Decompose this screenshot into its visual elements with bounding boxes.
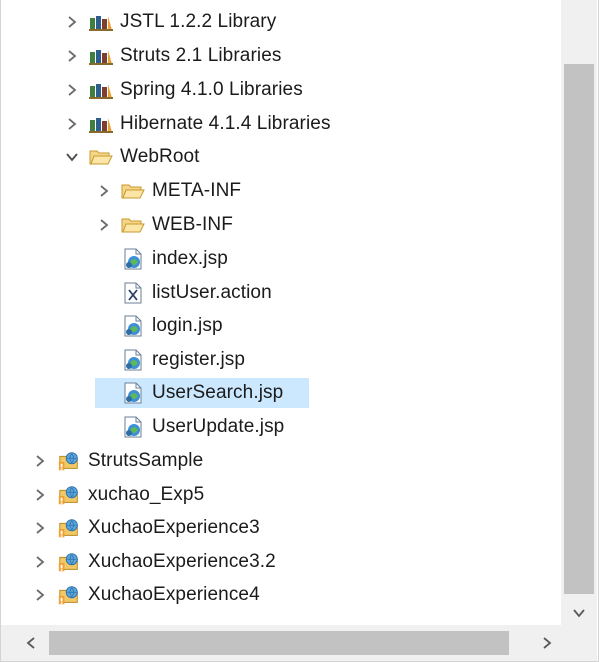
web-project-icon (57, 517, 81, 539)
tree-item-xuchaoexperience3-2-project[interactable]: XuchaoExperience3.2 (31, 547, 282, 577)
tree-item-label: listUser.action (152, 282, 272, 303)
vertical-scroll-thumb[interactable] (564, 64, 594, 594)
vertical-scrollbar[interactable] (561, 0, 597, 625)
tree-item-label: Struts 2.1 Libraries (120, 45, 282, 66)
tree-item-webroot[interactable]: WebRoot (63, 142, 206, 172)
toggle-spacer (95, 351, 113, 369)
toggle-spacer (95, 317, 113, 335)
chevron-right-icon[interactable] (63, 115, 81, 133)
scrollbar-corner (561, 625, 597, 661)
chevron-right-icon[interactable] (31, 519, 49, 537)
tree-item-hibernate-libraries[interactable]: Hibernate 4.1.4 Libraries (63, 109, 337, 139)
tree-item-label: index.jsp (152, 248, 228, 269)
tree-item-register-jsp[interactable]: register.jsp (95, 345, 251, 375)
library-icon (89, 45, 113, 67)
folder-open-icon (89, 146, 113, 168)
jsp-file-icon (121, 382, 145, 404)
tree-item-strutssample-project[interactable]: StrutsSample (31, 446, 209, 476)
scroll-left-icon[interactable] (13, 625, 49, 661)
tree-item-userupdate-jsp[interactable]: UserUpdate.jsp (95, 412, 290, 442)
chevron-right-icon[interactable] (31, 486, 49, 504)
tree-item-xuchaoexperience3-project[interactable]: XuchaoExperience3 (31, 513, 266, 543)
chevron-down-icon[interactable] (63, 148, 81, 166)
chevron-right-icon[interactable] (31, 586, 49, 604)
horizontal-scrollbar[interactable] (1, 625, 561, 661)
tree-item-xuchaoexperience4-project[interactable]: XuchaoExperience4 (31, 580, 266, 610)
library-icon (89, 11, 113, 33)
toggle-spacer (95, 284, 113, 302)
folder-icon (121, 180, 145, 202)
tree-item-label: XuchaoExperience4 (88, 584, 260, 605)
horizontal-scroll-thumb[interactable] (49, 631, 509, 655)
tree-item-label: Spring 4.1.0 Libraries (120, 79, 303, 100)
tree-item-label: register.jsp (152, 349, 246, 370)
chevron-right-icon[interactable] (63, 81, 81, 99)
tree-item-label: WEB-INF (152, 214, 233, 235)
scroll-right-icon[interactable] (529, 625, 565, 661)
tree-item-xuchao-exp5-project[interactable]: xuchao_Exp5 (31, 480, 210, 510)
library-icon (89, 79, 113, 101)
jsp-file-icon (121, 315, 145, 337)
web-project-icon (57, 584, 81, 606)
tree-item-label: XuchaoExperience3 (88, 517, 260, 538)
web-project-icon (57, 551, 81, 573)
tree-item-label: META-INF (152, 180, 242, 201)
toggle-spacer (95, 250, 113, 268)
scroll-down-icon[interactable] (561, 601, 597, 625)
xml-file-icon (121, 282, 145, 304)
web-project-icon (57, 484, 81, 506)
toggle-spacer (95, 418, 113, 436)
tree-item-label: UserUpdate.jsp (152, 416, 285, 437)
chevron-right-icon[interactable] (63, 13, 81, 31)
chevron-right-icon[interactable] (95, 182, 113, 200)
chevron-right-icon[interactable] (95, 216, 113, 234)
folder-icon (121, 214, 145, 236)
tree-item-label: xuchao_Exp5 (88, 484, 205, 505)
toggle-spacer (95, 384, 113, 402)
project-explorer-panel: JSTL 1.2.2 Library Struts 2.1 Libraries … (0, 0, 599, 662)
tree-item-usersearch-jsp[interactable]: UserSearch.jsp (95, 378, 309, 408)
jsp-file-icon (121, 349, 145, 371)
tree-item-label: StrutsSample (88, 450, 204, 471)
tree-item-label: WebRoot (120, 146, 200, 167)
tree-item-jstl-library[interactable]: JSTL 1.2.2 Library (63, 7, 282, 37)
tree-item-label: UserSearch.jsp (152, 382, 284, 403)
project-tree: JSTL 1.2.2 Library Struts 2.1 Libraries … (1, 0, 561, 625)
tree-item-label: JSTL 1.2.2 Library (120, 11, 277, 32)
chevron-right-icon[interactable] (31, 452, 49, 470)
tree-item-meta-inf[interactable]: META-INF (95, 176, 247, 206)
tree-item-label: login.jsp (152, 315, 223, 336)
jsp-file-icon (121, 248, 145, 270)
tree-item-spring-libraries[interactable]: Spring 4.1.0 Libraries (63, 75, 309, 105)
tree-item-struts-libraries[interactable]: Struts 2.1 Libraries (63, 41, 287, 71)
library-icon (89, 113, 113, 135)
tree-item-label: XuchaoExperience3.2 (88, 551, 276, 572)
tree-item-listuser-action[interactable]: listUser.action (95, 278, 278, 308)
tree-item-index-jsp[interactable]: index.jsp (95, 244, 234, 274)
tree-item-login-jsp[interactable]: login.jsp (95, 311, 229, 341)
chevron-right-icon[interactable] (63, 47, 81, 65)
chevron-right-icon[interactable] (31, 553, 49, 571)
web-project-icon (57, 450, 81, 472)
jsp-file-icon (121, 416, 145, 438)
tree-item-web-inf[interactable]: WEB-INF (95, 210, 239, 240)
tree-item-label: Hibernate 4.1.4 Libraries (120, 113, 331, 134)
